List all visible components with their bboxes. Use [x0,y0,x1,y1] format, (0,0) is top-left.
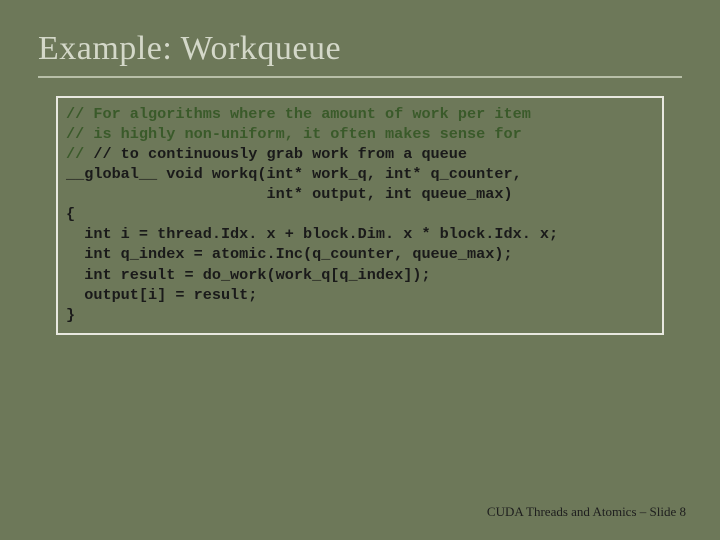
code-line: // For algorithms where the amount of wo… [66,104,654,124]
slide: Example: Workqueue // For algorithms whe… [0,0,720,540]
code-line: { [66,204,654,224]
code-block: // For algorithms where the amount of wo… [56,96,664,335]
title-underline [38,76,682,78]
code-line: __global__ void workq(int* work_q, int* … [66,164,654,184]
comment-prefix: // [66,145,93,163]
slide-footer: CUDA Threads and Atomics – Slide 8 [487,504,686,520]
code-line: int* output, int queue_max) [66,184,654,204]
code-line: int result = do_work(work_q[q_index]); [66,265,654,285]
code-line: int q_index = atomic.Inc(q_counter, queu… [66,244,654,264]
code-line: // // to continuously grab work from a q… [66,144,654,164]
code-line: } [66,305,654,325]
code-line: output[i] = result; [66,285,654,305]
code-line: int i = thread.Idx. x + block.Dim. x * b… [66,224,654,244]
code-line: // is highly non-uniform, it often makes… [66,124,654,144]
slide-title: Example: Workqueue [38,30,682,68]
code-text: // to continuously grab work from a queu… [93,145,467,163]
